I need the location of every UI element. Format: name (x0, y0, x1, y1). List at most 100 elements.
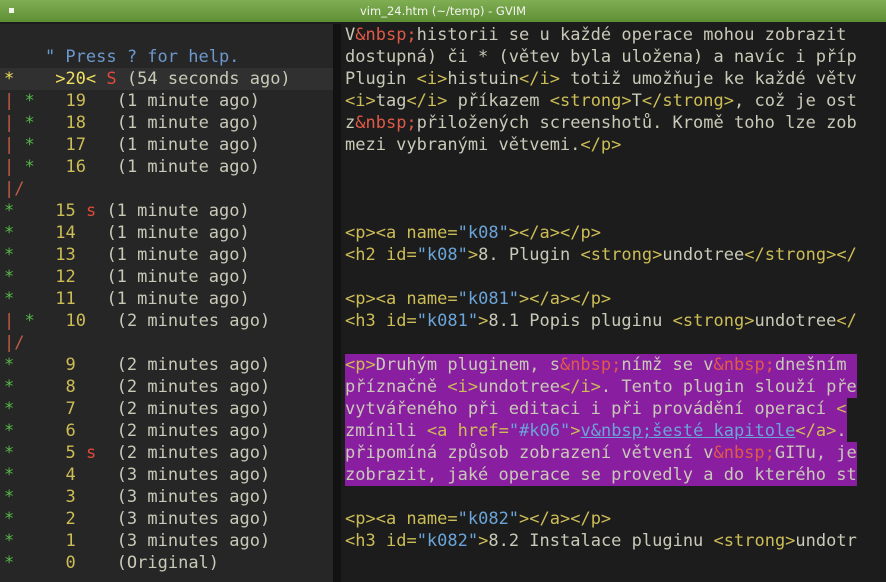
undotree-row[interactable]: * 3 (3 minutes ago) (4, 486, 270, 508)
window-split-divider[interactable] (333, 24, 341, 582)
code-token: href (457, 421, 499, 441)
undotree-panel[interactable]: " Press ? for help. * >20< S (54 seconds… (0, 24, 333, 582)
undotree-row[interactable]: * 0 (Original) (4, 552, 219, 574)
editor-line[interactable]: <h3 id="k081">8.1 Popis pluginu <strong>… (345, 310, 857, 332)
undotree-seq: 3 (65, 487, 76, 507)
undotree-row[interactable]: * 7 (2 minutes ago) (4, 398, 270, 420)
code-token: id (385, 311, 407, 331)
undotree-row[interactable]: * 11 (1 minute ago) (4, 288, 250, 310)
undotree-row[interactable]: * 9 (2 minutes ago) (4, 354, 270, 376)
undotree-graph: * (4, 223, 15, 243)
undotree-row[interactable]: |/ (4, 178, 25, 200)
undotree-row[interactable]: * 12 (1 minute ago) (4, 266, 250, 288)
code-token: <i> (447, 377, 479, 397)
undotree-seq: 10 (65, 311, 86, 331)
code-token: <h3 (345, 531, 386, 551)
code-token: histuin (447, 69, 520, 89)
code-token: . Tento plugin slouží pře (600, 377, 857, 397)
undotree-saved-flag: S (106, 69, 117, 89)
undotree-saved-flag: s (85, 201, 97, 221)
editor-line[interactable]: <h3 id="k082">8.2 Instalace pluginu <str… (345, 530, 857, 552)
code-token: 8. Plugin (478, 245, 581, 265)
undotree-graph: | * (4, 311, 35, 331)
editor-line[interactable]: vytvářeného při editaci i při provádění … (345, 398, 847, 420)
undotree-row[interactable]: * 8 (2 minutes ago) (4, 376, 270, 398)
code-token: zobrazit, jaké operace se provedly a do … (345, 465, 857, 485)
editor-buffer[interactable]: V&nbsp;historii se u každé operace mohou… (341, 24, 886, 582)
undotree-time: (1 minute ago) (106, 223, 250, 243)
editor-line[interactable]: <p><a name="k082"></a></p> (345, 508, 611, 530)
editor-line[interactable]: připomíná způsob zobrazení větvení v&nbs… (345, 442, 857, 464)
undotree-time: (3 minutes ago) (116, 531, 271, 551)
undotree-row[interactable]: * 5 s (2 minutes ago) (4, 442, 270, 464)
code-token: , což je ost (734, 91, 857, 111)
editor-line[interactable]: příznačně <i>undotree</i>. Tento plugin … (345, 376, 857, 398)
undotree-row[interactable]: * 2 (3 minutes ago) (4, 508, 270, 530)
code-token: ></a></p> (508, 223, 601, 243)
undotree-row[interactable]: | * 19 (1 minute ago) (4, 90, 260, 112)
code-token: tag (375, 91, 407, 111)
undotree-seq: 14 (55, 223, 76, 243)
undotree-graph: |/ (4, 333, 25, 353)
code-token: <strong> (549, 91, 632, 111)
editor-line[interactable]: zmínili <a href="#k06">v&nbsp;šesté kapi… (345, 420, 847, 442)
editor-line[interactable]: <i>tag</i> příkazem <strong>T</strong>, … (345, 90, 857, 112)
undotree-seq: 4 (65, 465, 76, 485)
undotree-saved-flag (86, 465, 96, 485)
undotree-graph: | * (4, 157, 35, 177)
undotree-graph: |/ (4, 179, 25, 199)
undotree-row[interactable]: | * 10 (2 minutes ago) (4, 310, 270, 332)
editor-line[interactable]: <p><a name="k081"></a></p> (345, 288, 611, 310)
undotree-time: (54 seconds ago) (126, 69, 291, 89)
editor-line[interactable]: Plugin <i>histuin</i> totiž umožňuje ke … (345, 68, 857, 90)
undotree-row[interactable]: | * 16 (1 minute ago) (4, 156, 260, 178)
undotree-row[interactable]: * 14 (1 minute ago) (4, 222, 250, 244)
editor-line[interactable]: <p><a name="k08"></a></p> (345, 222, 601, 244)
editor-line[interactable]: <h2 id="k08">8. Plugin <strong>undotree<… (345, 244, 857, 266)
undotree-row[interactable]: * 15 s (1 minute ago) (4, 200, 250, 222)
editor-line[interactable]: <p>Druhým pluginem, s&nbsp;nímž se v&nbs… (345, 354, 857, 376)
code-token: &nbsp; (559, 355, 622, 375)
undotree-row[interactable]: * 13 (1 minute ago) (4, 244, 250, 266)
code-token: </i> (559, 377, 601, 397)
editor-line[interactable]: dostupná) či * (větev byla uložena) a na… (345, 46, 857, 68)
code-token: "k081" (457, 289, 520, 309)
editor-line[interactable]: V&nbsp;historii se u každé operace mohou… (345, 24, 847, 46)
editor-line[interactable]: z&nbsp;přiložených screenshotů. Kromě to… (345, 112, 857, 134)
undotree-row[interactable]: | * 18 (1 minute ago) (4, 112, 260, 134)
undotree-graph: * (4, 531, 15, 551)
code-token: mezi vybranými větvemi. (345, 135, 581, 155)
editor-line[interactable]: mezi vybranými větvemi.</p> (345, 134, 621, 156)
undotree-seq: 17 (65, 135, 86, 155)
code-token: <p> (345, 355, 376, 375)
code-token: = (498, 421, 509, 441)
code-token: </p> (580, 135, 622, 155)
undotree-saved-flag (86, 355, 96, 375)
window-title: vim_24.htm (~/temp) - GVIM (359, 4, 527, 18)
code-token: < (836, 399, 847, 419)
undotree-time: (2 minutes ago) (116, 311, 271, 331)
window-menu-icon[interactable] (9, 8, 14, 13)
code-token: "k081" (416, 311, 479, 331)
code-token: = (447, 289, 458, 309)
undotree-saved-flag (96, 157, 106, 177)
undotree-time: (1 minute ago) (106, 201, 250, 221)
undotree-graph: * (4, 377, 15, 397)
undotree-row[interactable]: |/ (4, 332, 25, 354)
code-token: <i> (416, 69, 448, 89)
undotree-time: (1 minute ago) (116, 113, 260, 133)
undotree-row[interactable]: * 1 (3 minutes ago) (4, 530, 270, 552)
code-token: "#k06" (508, 421, 571, 441)
code-token: id (385, 245, 407, 265)
undotree-row[interactable]: | * 17 (1 minute ago) (4, 134, 260, 156)
code-token: > (467, 245, 479, 265)
code-token: přiložených screenshotů. Kromě toho lze … (416, 113, 857, 133)
undotree-saved-flag (86, 509, 96, 529)
undotree-row[interactable]: * >20< S (54 seconds ago) (4, 68, 291, 90)
code-token: <h2 (345, 245, 386, 265)
undotree-row[interactable]: * 6 (2 minutes ago) (4, 420, 270, 442)
undotree-graph: * (4, 487, 15, 507)
undotree-row[interactable]: * 4 (3 minutes ago) (4, 464, 270, 486)
editor-line[interactable]: zobrazit, jaké operace se provedly a do … (345, 464, 857, 486)
undotree-time: (2 minutes ago) (116, 355, 271, 375)
